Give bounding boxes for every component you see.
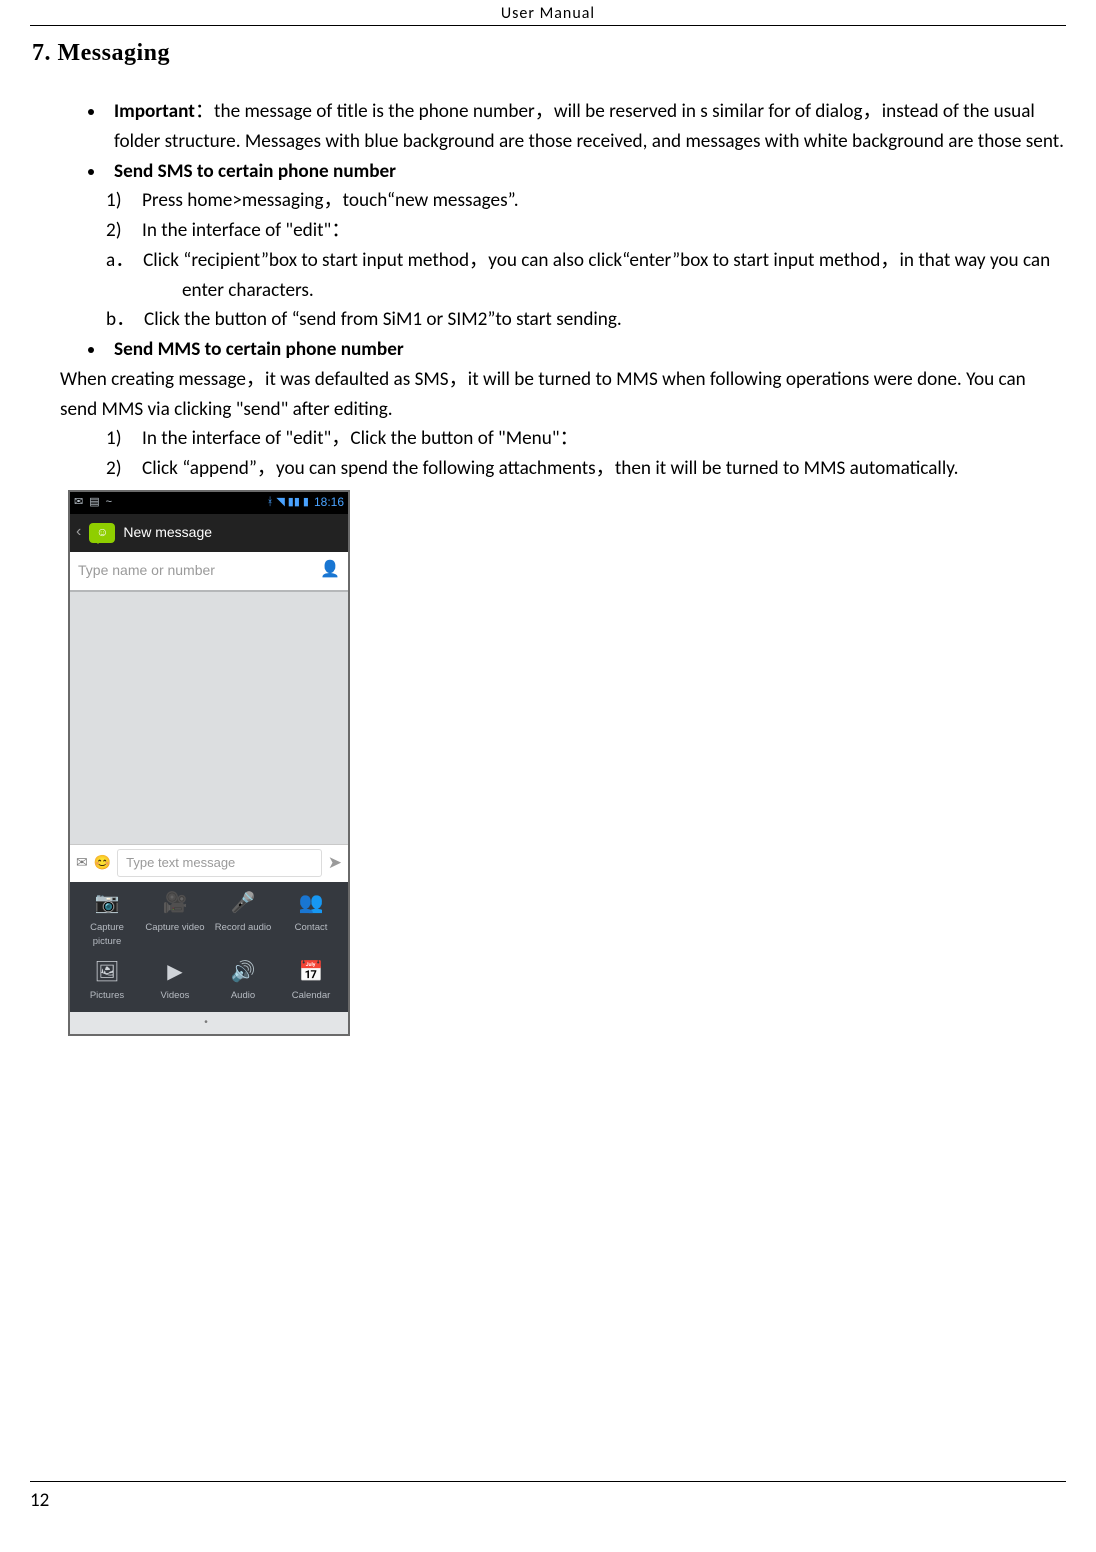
app-bar: ‹ ☺ New message <box>70 514 348 552</box>
body-text: Important：the message of title is the ph… <box>30 97 1066 1036</box>
mms-step-1-num: 1) <box>106 424 142 454</box>
record-audio-label: Record audio <box>215 921 272 936</box>
calendar-icon: 📅 <box>296 960 326 984</box>
contact-label: Contact <box>295 921 328 936</box>
footer-rule <box>30 1481 1066 1482</box>
sim-status-icon: ▤ <box>89 494 99 511</box>
mms-step-2-text: Click “append”，you can spend the followi… <box>142 454 1066 484</box>
back-icon[interactable]: ‹ <box>76 520 81 545</box>
sms-step-1-text: Press home>messaging，touch“new messages”… <box>142 186 1066 216</box>
pictures-icon: 🖼 <box>92 960 122 984</box>
send-sms-label: Send SMS to certain phone number <box>114 160 396 183</box>
sms-sub-b-text: Click the button of “send from SiM1 or S… <box>144 308 622 331</box>
audio-button[interactable]: 🔊 Audio <box>209 956 277 1010</box>
sms-step-1-num: 1) <box>106 186 142 216</box>
page-number: 12 <box>30 1489 49 1512</box>
signal-icon: ▮▮ <box>288 494 300 511</box>
contact-button[interactable]: 👥 Contact <box>277 888 345 956</box>
capture-video-button[interactable]: 🎥 Capture video <box>141 888 209 956</box>
audio-label: Audio <box>231 989 255 1004</box>
calendar-label: Calendar <box>292 989 331 1004</box>
wifi-icon: ◥ <box>276 494 284 511</box>
mms-intro: When creating message，it was defaulted a… <box>60 365 1066 425</box>
important-text: ：the message of title is the phone numbe… <box>114 100 1064 153</box>
pictures-label: Pictures <box>90 989 124 1004</box>
recipient-input[interactable]: Type name or number <box>78 560 320 582</box>
add-contact-icon[interactable]: 👤 <box>320 558 340 583</box>
header-rule <box>30 25 1066 26</box>
attachment-grid: 📷 Capture picture 🎥 Capture video 🎤 Reco… <box>70 882 348 1012</box>
mms-step-1-text: In the interface of "edit"，Click the but… <box>142 424 1066 454</box>
play-icon: ▶ <box>160 960 190 984</box>
sms-sub-b-label: b． <box>106 308 135 331</box>
important-label: Important <box>114 100 195 123</box>
compose-input[interactable]: Type text message <box>117 849 322 877</box>
recipient-row: Type name or number 👤 <box>70 552 348 592</box>
battery-icon: ▮ <box>303 494 309 511</box>
tilde-status-icon: ~ <box>106 494 112 511</box>
capture-picture-label: Capture picture <box>76 921 138 950</box>
sms-step-2-num: 2) <box>106 216 142 246</box>
emoji-picker-icon[interactable]: 😊 <box>94 852 111 874</box>
contact-icon: 👥 <box>296 892 326 916</box>
section-title: 7. Messaging <box>32 40 1066 67</box>
microphone-icon: 🎤 <box>228 892 258 916</box>
conversation-area <box>70 592 348 844</box>
msg-status-icon: ✉ <box>74 494 83 511</box>
compose-row: ✉ 😊 Type text message ➤ <box>70 844 348 882</box>
speaker-icon: 🔊 <box>228 960 258 984</box>
mms-step-2-num: 2) <box>106 454 142 484</box>
statusbar-time: 18:16 <box>312 493 344 512</box>
send-icon[interactable]: ➤ <box>328 850 342 876</box>
record-audio-button[interactable]: 🎤 Record audio <box>209 888 277 956</box>
sms-sub-a-label: a． <box>106 249 134 272</box>
video-camera-icon: 🎥 <box>160 892 190 916</box>
page-indicator: • <box>70 1012 348 1034</box>
sms-sub-a-text: Click “recipient”box to start input meth… <box>143 249 1050 302</box>
calendar-button[interactable]: 📅 Calendar <box>277 956 345 1010</box>
capture-picture-button[interactable]: 📷 Capture picture <box>73 888 141 956</box>
pictures-button[interactable]: 🖼 Pictures <box>73 956 141 1010</box>
sms-step-2-text: In the interface of "edit"： <box>142 216 1066 246</box>
videos-label: Videos <box>161 989 190 1004</box>
send-mms-label: Send MMS to certain phone number <box>114 338 404 361</box>
bluetooth-icon: ᚼ <box>267 494 274 511</box>
camera-icon: 📷 <box>92 892 122 916</box>
messaging-app-icon: ☺ <box>89 523 115 543</box>
capture-video-label: Capture video <box>145 921 204 936</box>
status-bar: ✉ ▤ ~ ᚼ ◥ ▮▮ ▮ 18:16 <box>70 492 348 514</box>
phone-screenshot: ✉ ▤ ~ ᚼ ◥ ▮▮ ▮ 18:16 ‹ ☺ New message Typ… <box>68 490 350 1036</box>
videos-button[interactable]: ▶ Videos <box>141 956 209 1010</box>
sms-pill-icon[interactable]: ✉ <box>76 852 88 874</box>
appbar-title: New message <box>123 522 212 544</box>
page-header: User Manual <box>30 0 1066 25</box>
